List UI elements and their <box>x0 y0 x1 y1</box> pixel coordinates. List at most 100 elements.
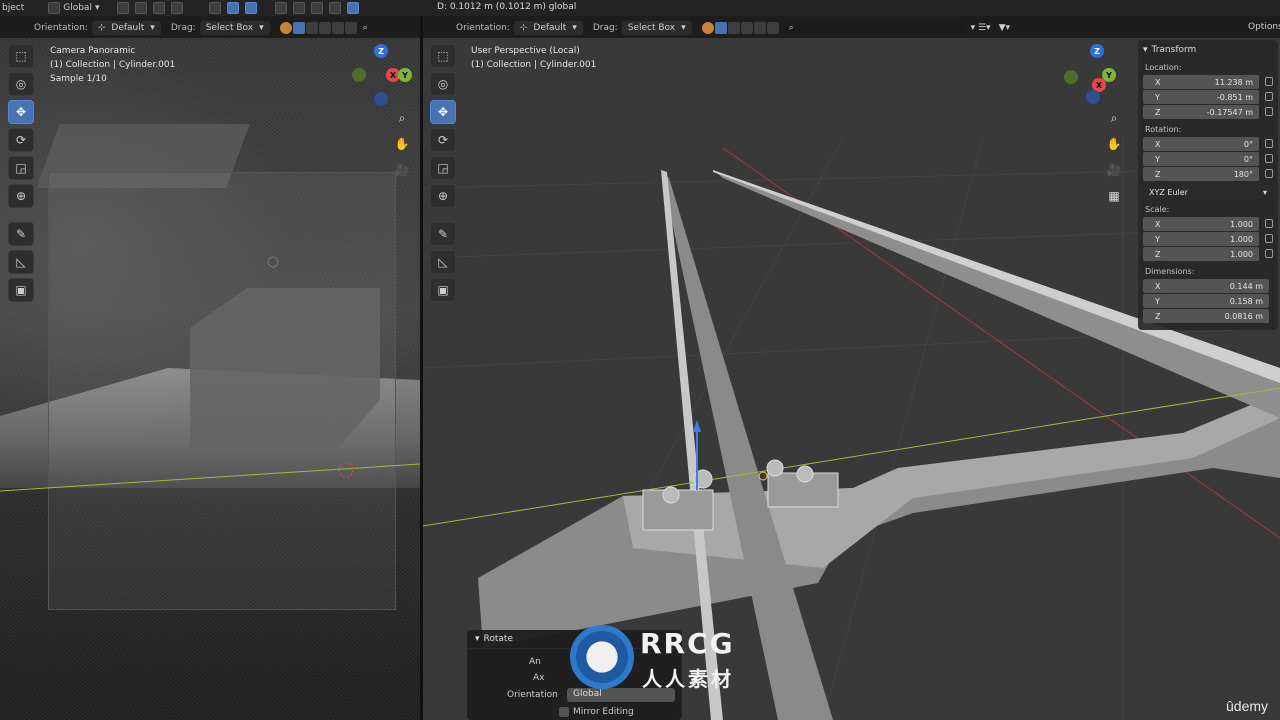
lock-icon[interactable] <box>1265 154 1273 163</box>
lock-icon[interactable] <box>1265 249 1273 258</box>
overlay-toggle-icon[interactable] <box>245 2 258 14</box>
select-set-icon[interactable] <box>279 22 292 34</box>
move-tool-icon[interactable]: ✥ <box>8 100 34 124</box>
transform-tool-icon[interactable]: ⊕ <box>430 184 456 208</box>
gizmo-neg-z[interactable] <box>1086 90 1100 104</box>
lock-icon[interactable] <box>1265 92 1273 101</box>
right-navigation-gizmo[interactable]: Z Y X <box>1062 42 1132 112</box>
viewport-info: Camera Panoramic (1) Collection | Cylind… <box>50 44 175 86</box>
select-invert-icon[interactable] <box>753 22 766 34</box>
solid-shading-icon[interactable] <box>311 2 324 14</box>
select-set-icon[interactable] <box>701 22 714 34</box>
annotate-tool-icon[interactable]: ✎ <box>430 222 456 246</box>
dimension-y-field[interactable]: Y 0.158 m <box>1143 294 1269 308</box>
grid-view-icon[interactable]: ▦ <box>1104 186 1124 206</box>
camera-view-icon[interactable]: 🎥 <box>392 160 412 180</box>
select-new-icon[interactable] <box>292 22 305 34</box>
dimension-x-field[interactable]: X 0.144 m <box>1143 279 1269 293</box>
rotation-y-field[interactable]: Y 0° <box>1143 152 1273 166</box>
add-cube-tool-icon[interactable]: ▣ <box>8 278 34 302</box>
drag-dropdown[interactable]: Select Box ▾ <box>199 21 270 35</box>
location-x-field[interactable]: X 11.238 m <box>1143 75 1273 89</box>
pan-hand-icon[interactable]: ✋ <box>1104 134 1124 154</box>
select-invert-icon[interactable] <box>331 22 344 34</box>
pan-hand-icon[interactable]: ✋ <box>392 134 412 154</box>
filter-icon[interactable]: ▼▾ <box>999 23 1010 33</box>
material-shading-icon[interactable] <box>329 2 342 14</box>
select-subtract-icon[interactable] <box>318 22 331 34</box>
select-new-icon[interactable] <box>714 22 727 34</box>
lock-icon[interactable] <box>1265 139 1273 148</box>
mirror-editing-checkbox[interactable]: Mirror Editing <box>559 707 634 717</box>
scale-tool-icon[interactable]: ◲ <box>8 156 34 180</box>
checkbox-icon[interactable] <box>559 707 569 717</box>
move-gizmo-z-head[interactable] <box>693 420 701 432</box>
lock-icon[interactable] <box>1265 107 1273 116</box>
transform-panel-header[interactable]: ▾ Transform <box>1143 45 1273 55</box>
rotation-z-field[interactable]: Z 180° <box>1143 167 1273 181</box>
select-box-tool-icon[interactable]: ⬚ <box>430 44 456 68</box>
scale-y-field[interactable]: Y 1.000 <box>1143 232 1273 246</box>
falloff-icon[interactable] <box>171 2 184 14</box>
orientation-dropdown[interactable]: ⊹ Default ▾ <box>513 21 583 35</box>
left-navigation-gizmo[interactable]: Z X Y <box>350 42 420 112</box>
scale-tool-icon[interactable]: ◲ <box>430 156 456 180</box>
transform-orientation-dropdown[interactable]: Global ▾ <box>48 2 99 14</box>
select-intersect-icon[interactable] <box>766 22 779 34</box>
gizmo-neg-z[interactable] <box>374 92 388 106</box>
selection-mode-buttons[interactable] <box>279 22 357 34</box>
visibility-icon[interactable] <box>209 2 222 14</box>
zoom-icon[interactable]: ⌕ <box>1104 108 1124 128</box>
pivot-icon[interactable] <box>117 2 130 14</box>
location-y-field[interactable]: Y -0.851 m <box>1143 90 1273 104</box>
lock-icon[interactable] <box>1265 219 1273 228</box>
scale-z-field[interactable]: Z 1.000 <box>1143 247 1273 261</box>
measure-tool-icon[interactable]: ◺ <box>430 250 456 274</box>
scale-x-field[interactable]: X 1.000 <box>1143 217 1273 231</box>
search-input[interactable]: ⌕ <box>784 21 965 35</box>
orientation-dropdown[interactable]: ⊹ Default ▾ <box>91 21 161 35</box>
selection-mode-buttons[interactable] <box>701 22 779 34</box>
gizmo-z-axis[interactable]: Z <box>374 44 388 58</box>
snap-icon[interactable] <box>135 2 148 14</box>
location-z-field[interactable]: Z -0.17547 m <box>1143 105 1273 119</box>
transform-tool-icon[interactable]: ⊕ <box>8 184 34 208</box>
drag-dropdown[interactable]: Select Box ▾ <box>621 21 692 35</box>
gizmo-toggle-icon[interactable] <box>227 2 240 14</box>
rotation-mode-dropdown[interactable]: XYZ Euler ▾ <box>1143 185 1273 199</box>
annotate-tool-icon[interactable]: ✎ <box>8 222 34 246</box>
search-icon[interactable]: ⌕ <box>363 23 368 33</box>
select-subtract-icon[interactable] <box>740 22 753 34</box>
search-icon: ⌕ <box>788 23 794 33</box>
dimension-z-field[interactable]: Z 0.0816 m <box>1143 309 1269 323</box>
select-extend-icon[interactable] <box>727 22 740 34</box>
cursor-tool-icon[interactable]: ◎ <box>430 72 456 96</box>
select-box-tool-icon[interactable]: ⬚ <box>8 44 34 68</box>
lock-icon[interactable] <box>1265 169 1273 178</box>
drag-label: Drag: <box>170 23 196 33</box>
add-cube-tool-icon[interactable]: ▣ <box>430 278 456 302</box>
xray-icon[interactable] <box>275 2 288 14</box>
rotate-tool-icon[interactable]: ⟳ <box>430 128 456 152</box>
gizmo-z-axis[interactable]: Z <box>1090 44 1104 58</box>
measure-tool-icon[interactable]: ◺ <box>8 250 34 274</box>
zoom-icon[interactable]: ⌕ <box>392 108 412 128</box>
rotate-tool-icon[interactable]: ⟳ <box>8 128 34 152</box>
cursor-tool-icon[interactable]: ◎ <box>8 72 34 96</box>
gizmo-neg-y[interactable] <box>352 68 366 82</box>
options-button[interactable]: Options <box>1248 22 1280 32</box>
move-tool-icon[interactable]: ✥ <box>430 100 456 124</box>
select-extend-icon[interactable] <box>305 22 318 34</box>
gizmo-neg-y[interactable] <box>1064 70 1078 84</box>
lock-icon[interactable] <box>1265 77 1273 86</box>
proportional-edit-icon[interactable] <box>153 2 166 14</box>
lock-icon[interactable] <box>1265 234 1273 243</box>
render-viewport[interactable]: Camera Panoramic (1) Collection | Cylind… <box>0 38 420 720</box>
rendered-shading-icon[interactable] <box>347 2 360 14</box>
gizmo-y-axis[interactable]: Y <box>398 68 412 82</box>
wireframe-shading-icon[interactable] <box>293 2 306 14</box>
camera-view-icon[interactable]: 🎥 <box>1104 160 1124 180</box>
rotation-x-field[interactable]: X 0° <box>1143 137 1273 151</box>
select-intersect-icon[interactable] <box>344 22 357 34</box>
filter-dropdown-icon[interactable]: ▾ ☰▾ <box>971 23 991 33</box>
